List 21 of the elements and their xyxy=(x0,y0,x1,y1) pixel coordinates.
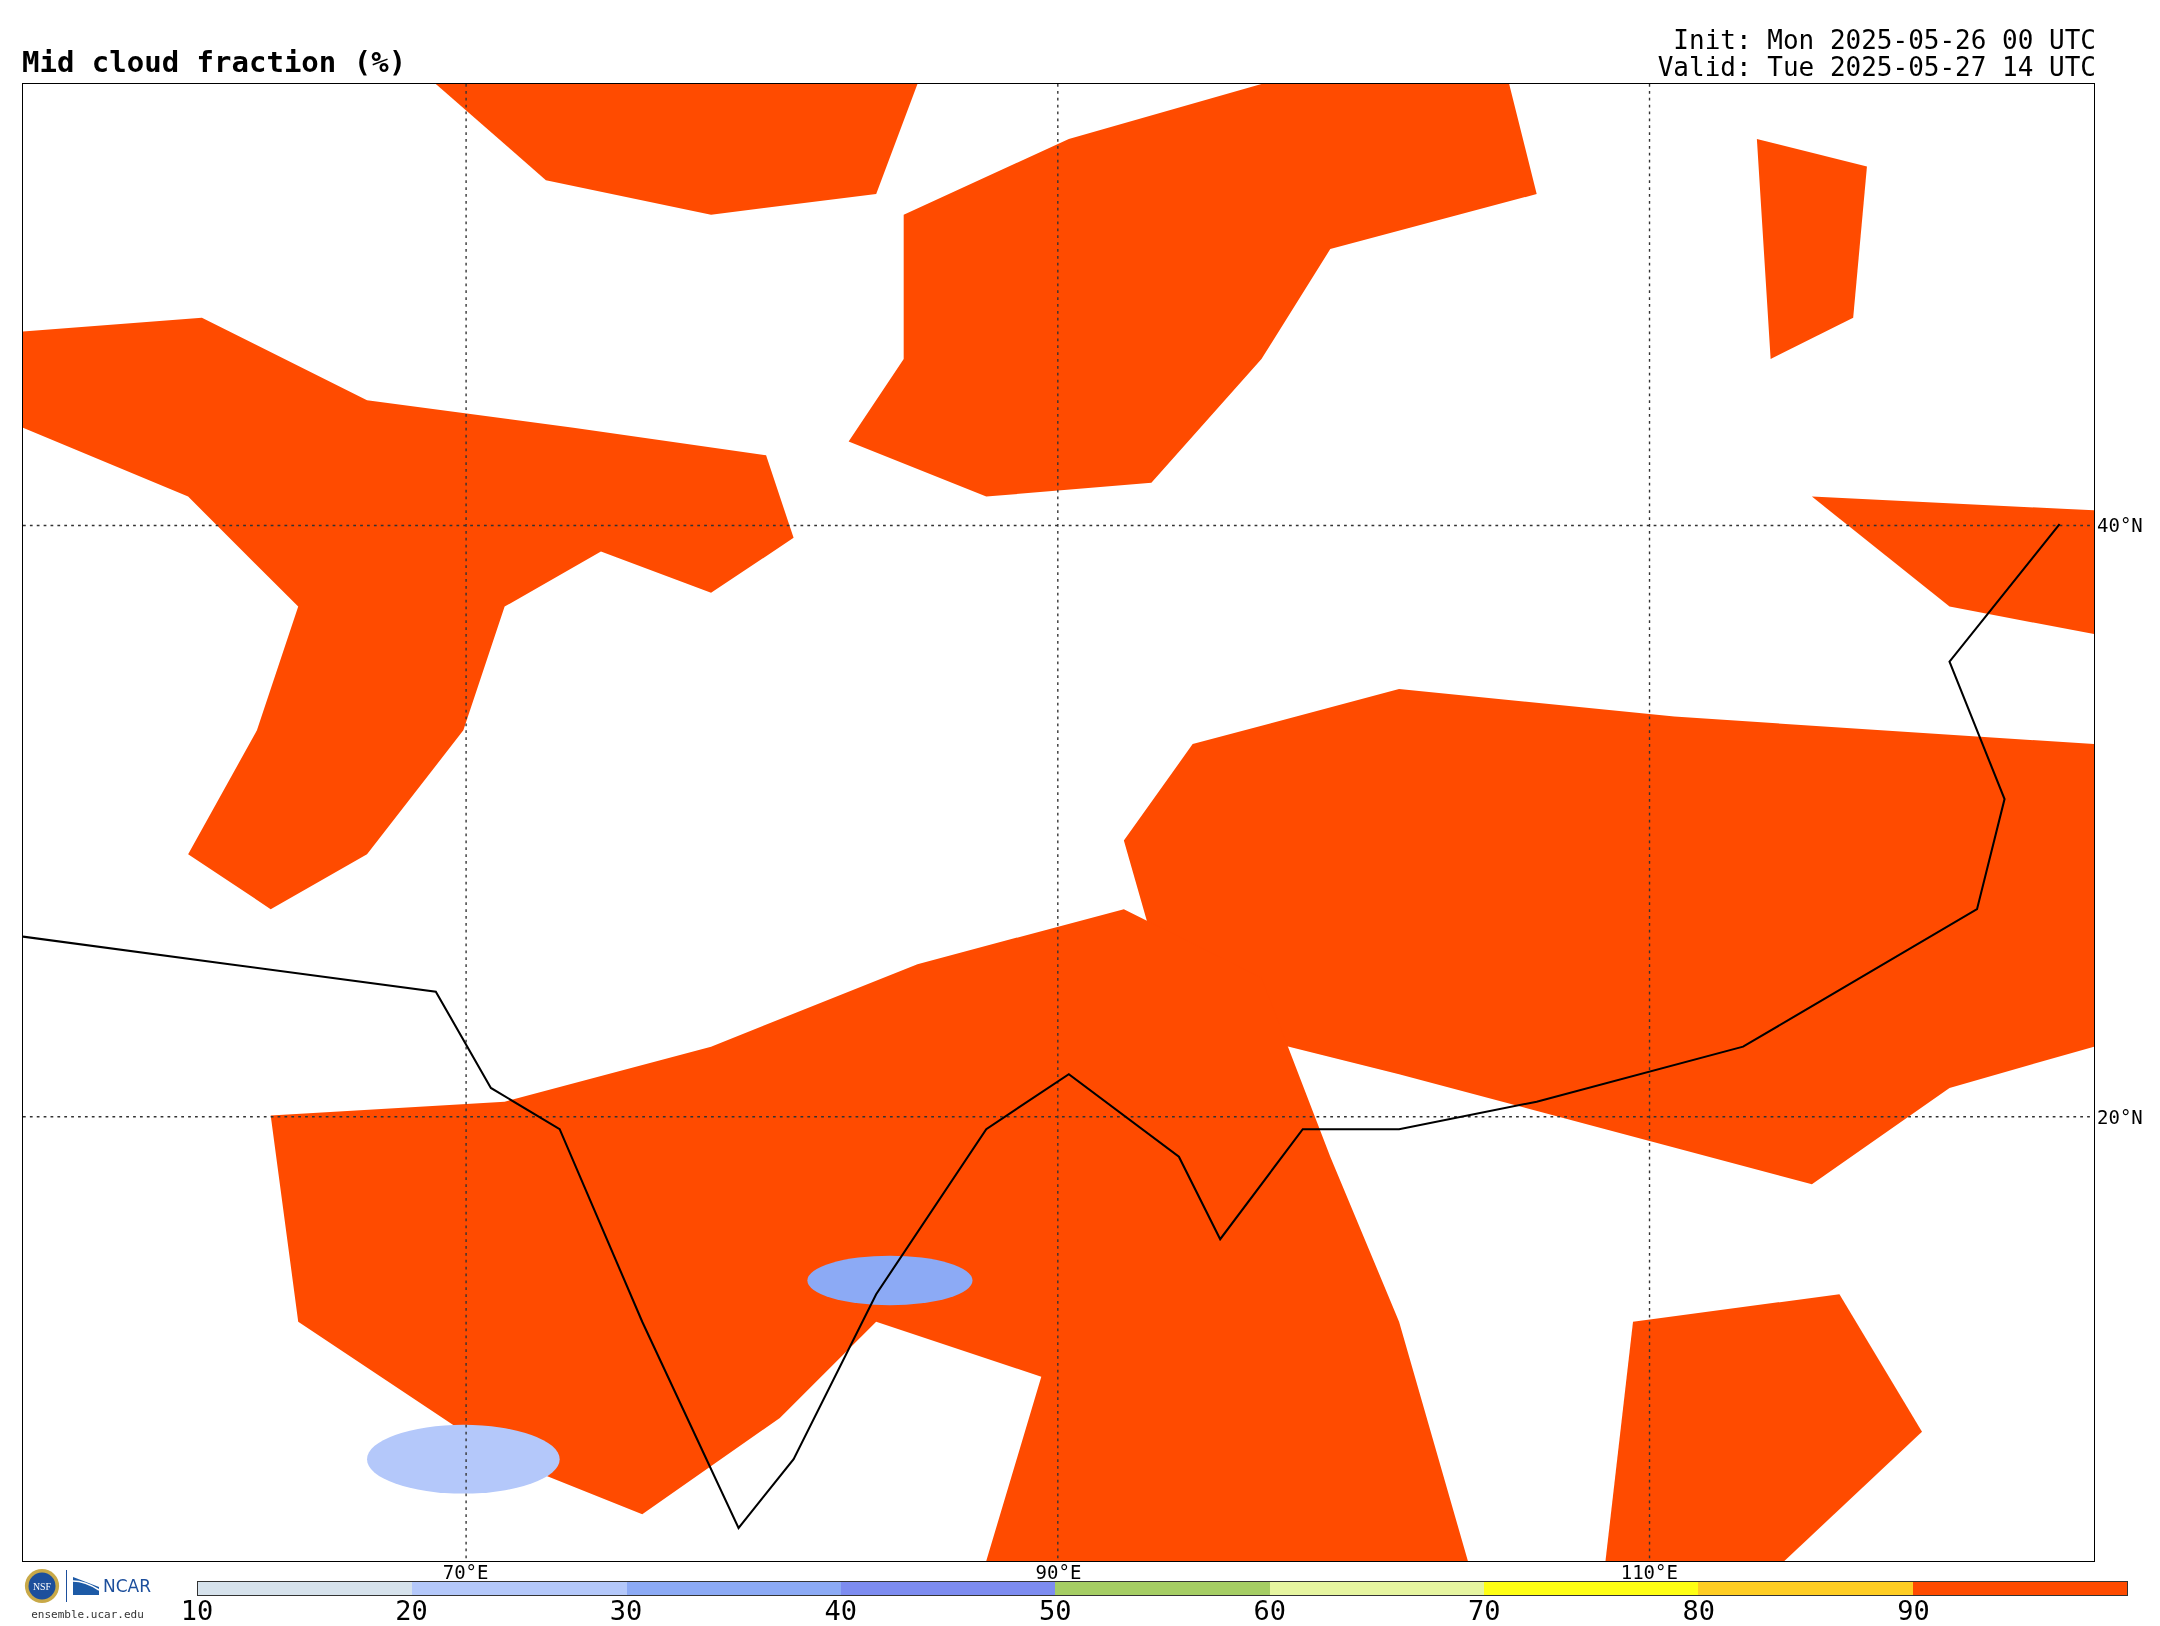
latitude-label: 40°N xyxy=(2097,514,2143,537)
site-url: ensemble.ucar.edu xyxy=(31,1608,144,1621)
colorbar-tick-label: 40 xyxy=(824,1596,857,1626)
colorbar-tick-label: 30 xyxy=(609,1596,643,1626)
latitude-label: 20°N xyxy=(2097,1105,2143,1128)
swoosh-icon xyxy=(73,1577,99,1595)
colorbar-tick-label: 80 xyxy=(1682,1596,1716,1626)
init-time: Init: Mon 2025-05-26 00 UTC xyxy=(1672,27,2096,54)
colorbar-tick-label: 60 xyxy=(1253,1596,1286,1626)
ncar-logo: NCAR xyxy=(103,1576,151,1596)
longitude-label: 110°E xyxy=(1620,1562,1678,1582)
nsf-logo: NSF xyxy=(24,1568,60,1604)
colorbar-tick-label: 50 xyxy=(1038,1596,1072,1626)
longitude-label: 70°E xyxy=(442,1562,489,1582)
colorbar-tick-label: 20 xyxy=(395,1596,428,1626)
longitude-label: 90°E xyxy=(1035,1562,1082,1582)
valid-time: Valid: Tue 2025-05-27 14 UTC xyxy=(1657,54,2096,81)
colorbar-tick-label: 70 xyxy=(1468,1596,1501,1626)
colorbar-tick-label: 10 xyxy=(180,1596,214,1626)
colorbar-tick-label: 90 xyxy=(1897,1596,1930,1626)
chart-title: Mid cloud fraction (%) xyxy=(22,45,407,81)
